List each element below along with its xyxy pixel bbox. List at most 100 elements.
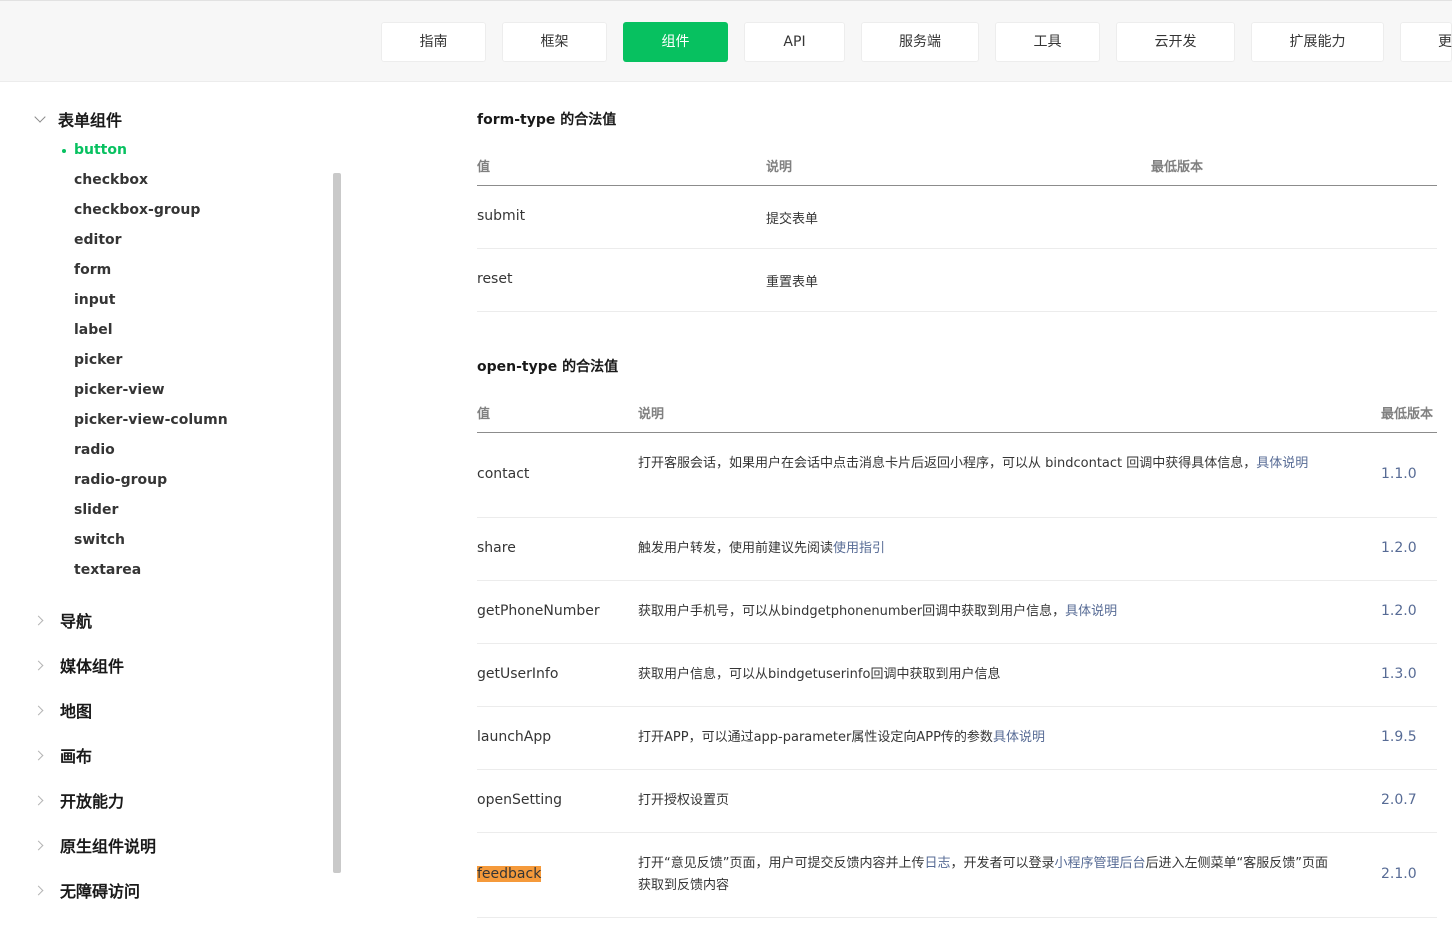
table-header-divider [477, 432, 1437, 433]
sidebar-item-radio-group[interactable]: radio-group [74, 472, 167, 488]
sidebar-group-label: 开放能力 [60, 792, 125, 811]
table-cell-value: share [477, 540, 516, 556]
chevron-right-icon [33, 750, 44, 760]
table-cell-value: contact [477, 466, 530, 482]
table-cell-version: 1.1.0 [1381, 466, 1417, 482]
sidebar-group-label: 表单组件 [58, 111, 123, 130]
tab-cloud[interactable]: 云开发 [1116, 22, 1235, 62]
chevron-right-icon [33, 840, 44, 850]
sidebar-group-label: 媒体组件 [60, 657, 125, 676]
sidebar-group-form[interactable]: 表单组件 [30, 107, 122, 131]
table-row-divider [477, 917, 1437, 918]
tab-components[interactable]: 组件 [623, 22, 728, 62]
table-row-divider [477, 706, 1437, 707]
table-cell-desc: 重置表单 [766, 275, 819, 290]
sidebar-group-label: 原生组件说明 [60, 837, 157, 856]
table-header-value: 值 [477, 407, 491, 422]
section-title-open-type: open-type 的合法值 [477, 359, 619, 375]
doc-link[interactable]: 使用指引 [833, 541, 885, 556]
table-row-divider [477, 769, 1437, 770]
sidebar-item-checkbox-group[interactable]: checkbox-group [74, 202, 200, 218]
chevron-right-icon [33, 615, 44, 625]
sidebar-group-media[interactable]: 媒体组件 [30, 653, 124, 677]
table-cell-version: 1.3.0 [1381, 666, 1417, 682]
desc-text: ，开发者可以登录 [950, 856, 1055, 871]
table-cell-desc: 获取用户信息，可以从bindgetuserinfo回调中获取到用户信息 [638, 664, 1338, 686]
sidebar-group-map[interactable]: 地图 [30, 698, 92, 722]
table-header-divider [477, 185, 1437, 186]
sidebar-item-label[interactable]: label [74, 322, 113, 338]
sidebar-group-a11y[interactable]: 无障碍访问 [30, 878, 140, 902]
sidebar-item-editor[interactable]: editor [74, 232, 122, 248]
doc-link[interactable]: 具体说明 [993, 730, 1045, 745]
table-row-divider [477, 311, 1437, 312]
table-cell-desc: 提交表单 [766, 212, 819, 227]
tab-api[interactable]: API [744, 22, 845, 62]
table-cell-desc: 打开客服会话，如果用户在会话中点击消息卡片后返回小程序，可以从 bindcont… [638, 453, 1338, 475]
table-cell-desc: 打开“意见反馈”页面，用户可提交反馈内容并上传日志，开发者可以登录小程序管理后台… [638, 853, 1338, 897]
desc-text: 获取用户手机号，可以从bindgetphonenumber回调中获取到用户信息， [638, 604, 1066, 619]
table-cell-version: 1.2.0 [1381, 603, 1417, 619]
table-header-version: 最低版本 [1381, 407, 1434, 422]
tab-guide[interactable]: 指南 [381, 22, 486, 62]
desc-text: 打开授权设置页 [638, 793, 730, 808]
sidebar-item-form[interactable]: form [74, 262, 111, 278]
table-header-value: 值 [477, 160, 491, 175]
sidebar-group-label: 地图 [60, 702, 93, 721]
sidebar-item-checkbox[interactable]: checkbox [74, 172, 148, 188]
table-cell-desc: 打开APP，可以通过app-parameter属性设定向APP传的参数具体说明 [638, 727, 1338, 749]
sidebar-group-nav[interactable]: 导航 [30, 608, 92, 632]
sidebar-item-textarea[interactable]: textarea [74, 562, 141, 578]
chevron-down-icon [34, 111, 46, 123]
table-cell-value: submit [477, 208, 526, 224]
table-cell-desc: 触发用户转发，使用前建议先阅读使用指引 [638, 538, 1338, 560]
sidebar-item-button[interactable]: button [74, 142, 127, 158]
sidebar-item-picker[interactable]: picker [74, 352, 122, 368]
table-cell-value: getPhoneNumber [477, 603, 600, 619]
desc-text: 触发用户转发，使用前建议先阅读 [638, 541, 834, 556]
table-cell-version: 1.9.5 [1381, 729, 1417, 745]
table-row-divider [477, 832, 1437, 833]
tab-extensions[interactable]: 扩展能力 [1251, 22, 1384, 62]
desc-text: 获取用户信息，可以从bindgetuserinfo回调中获取到用户信息 [638, 667, 1001, 682]
table-header-version: 最低版本 [1151, 160, 1204, 175]
table-cell-value: reset [477, 271, 513, 287]
table-cell-value: feedback [477, 866, 542, 882]
sidebar-group-native[interactable]: 原生组件说明 [30, 833, 156, 857]
table-header-desc: 说明 [766, 160, 793, 175]
section-title-form-type: form-type 的合法值 [477, 112, 617, 128]
table-row-divider [477, 643, 1437, 644]
doc-link[interactable]: 具体说明 [1065, 604, 1117, 619]
sidebar-scrollbar[interactable] [333, 173, 341, 873]
sidebar-item-picker-view[interactable]: picker-view [74, 382, 165, 398]
search-highlight: feedback [477, 866, 542, 882]
sidebar-group-canvas[interactable]: 画布 [30, 743, 92, 767]
chevron-right-icon [33, 660, 44, 670]
table-cell-version: 2.0.7 [1381, 792, 1417, 808]
tab-framework[interactable]: 框架 [502, 22, 607, 62]
sidebar-item-radio[interactable]: radio [74, 442, 115, 458]
table-cell-desc: 打开授权设置页 [638, 790, 1338, 812]
sidebar-item-switch[interactable]: switch [74, 532, 125, 548]
doc-link[interactable]: 具体说明 [1256, 456, 1308, 471]
table-cell-version: 1.2.0 [1381, 540, 1417, 556]
chevron-right-icon [33, 885, 44, 895]
sidebar-item-slider[interactable]: slider [74, 502, 118, 518]
log-link[interactable]: 日志 [924, 856, 950, 871]
sidebar-group-open[interactable]: 开放能力 [30, 788, 124, 812]
admin-console-link[interactable]: 小程序管理后台 [1055, 856, 1146, 871]
table-cell-desc: 获取用户手机号，可以从bindgetphonenumber回调中获取到用户信息，… [638, 601, 1338, 623]
tab-server[interactable]: 服务端 [861, 22, 979, 62]
sidebar-item-picker-view-column[interactable]: picker-view-column [74, 412, 228, 428]
table-cell-value: getUserInfo [477, 666, 559, 682]
top-nav: 指南 框架 组件 API 服务端 工具 云开发 扩展能力 更 [0, 0, 1452, 82]
chevron-right-icon [33, 705, 44, 715]
sidebar-group-label: 无障碍访问 [60, 882, 141, 901]
sidebar-item-input[interactable]: input [74, 292, 115, 308]
tab-more[interactable]: 更 [1400, 22, 1452, 62]
table-cell-value: openSetting [477, 792, 563, 808]
tab-tools[interactable]: 工具 [995, 22, 1100, 62]
table-row-divider [477, 517, 1437, 518]
desc-text: 打开“意见反馈”页面，用户可提交反馈内容并上传 [638, 856, 925, 871]
sidebar-group-label: 导航 [60, 612, 93, 631]
